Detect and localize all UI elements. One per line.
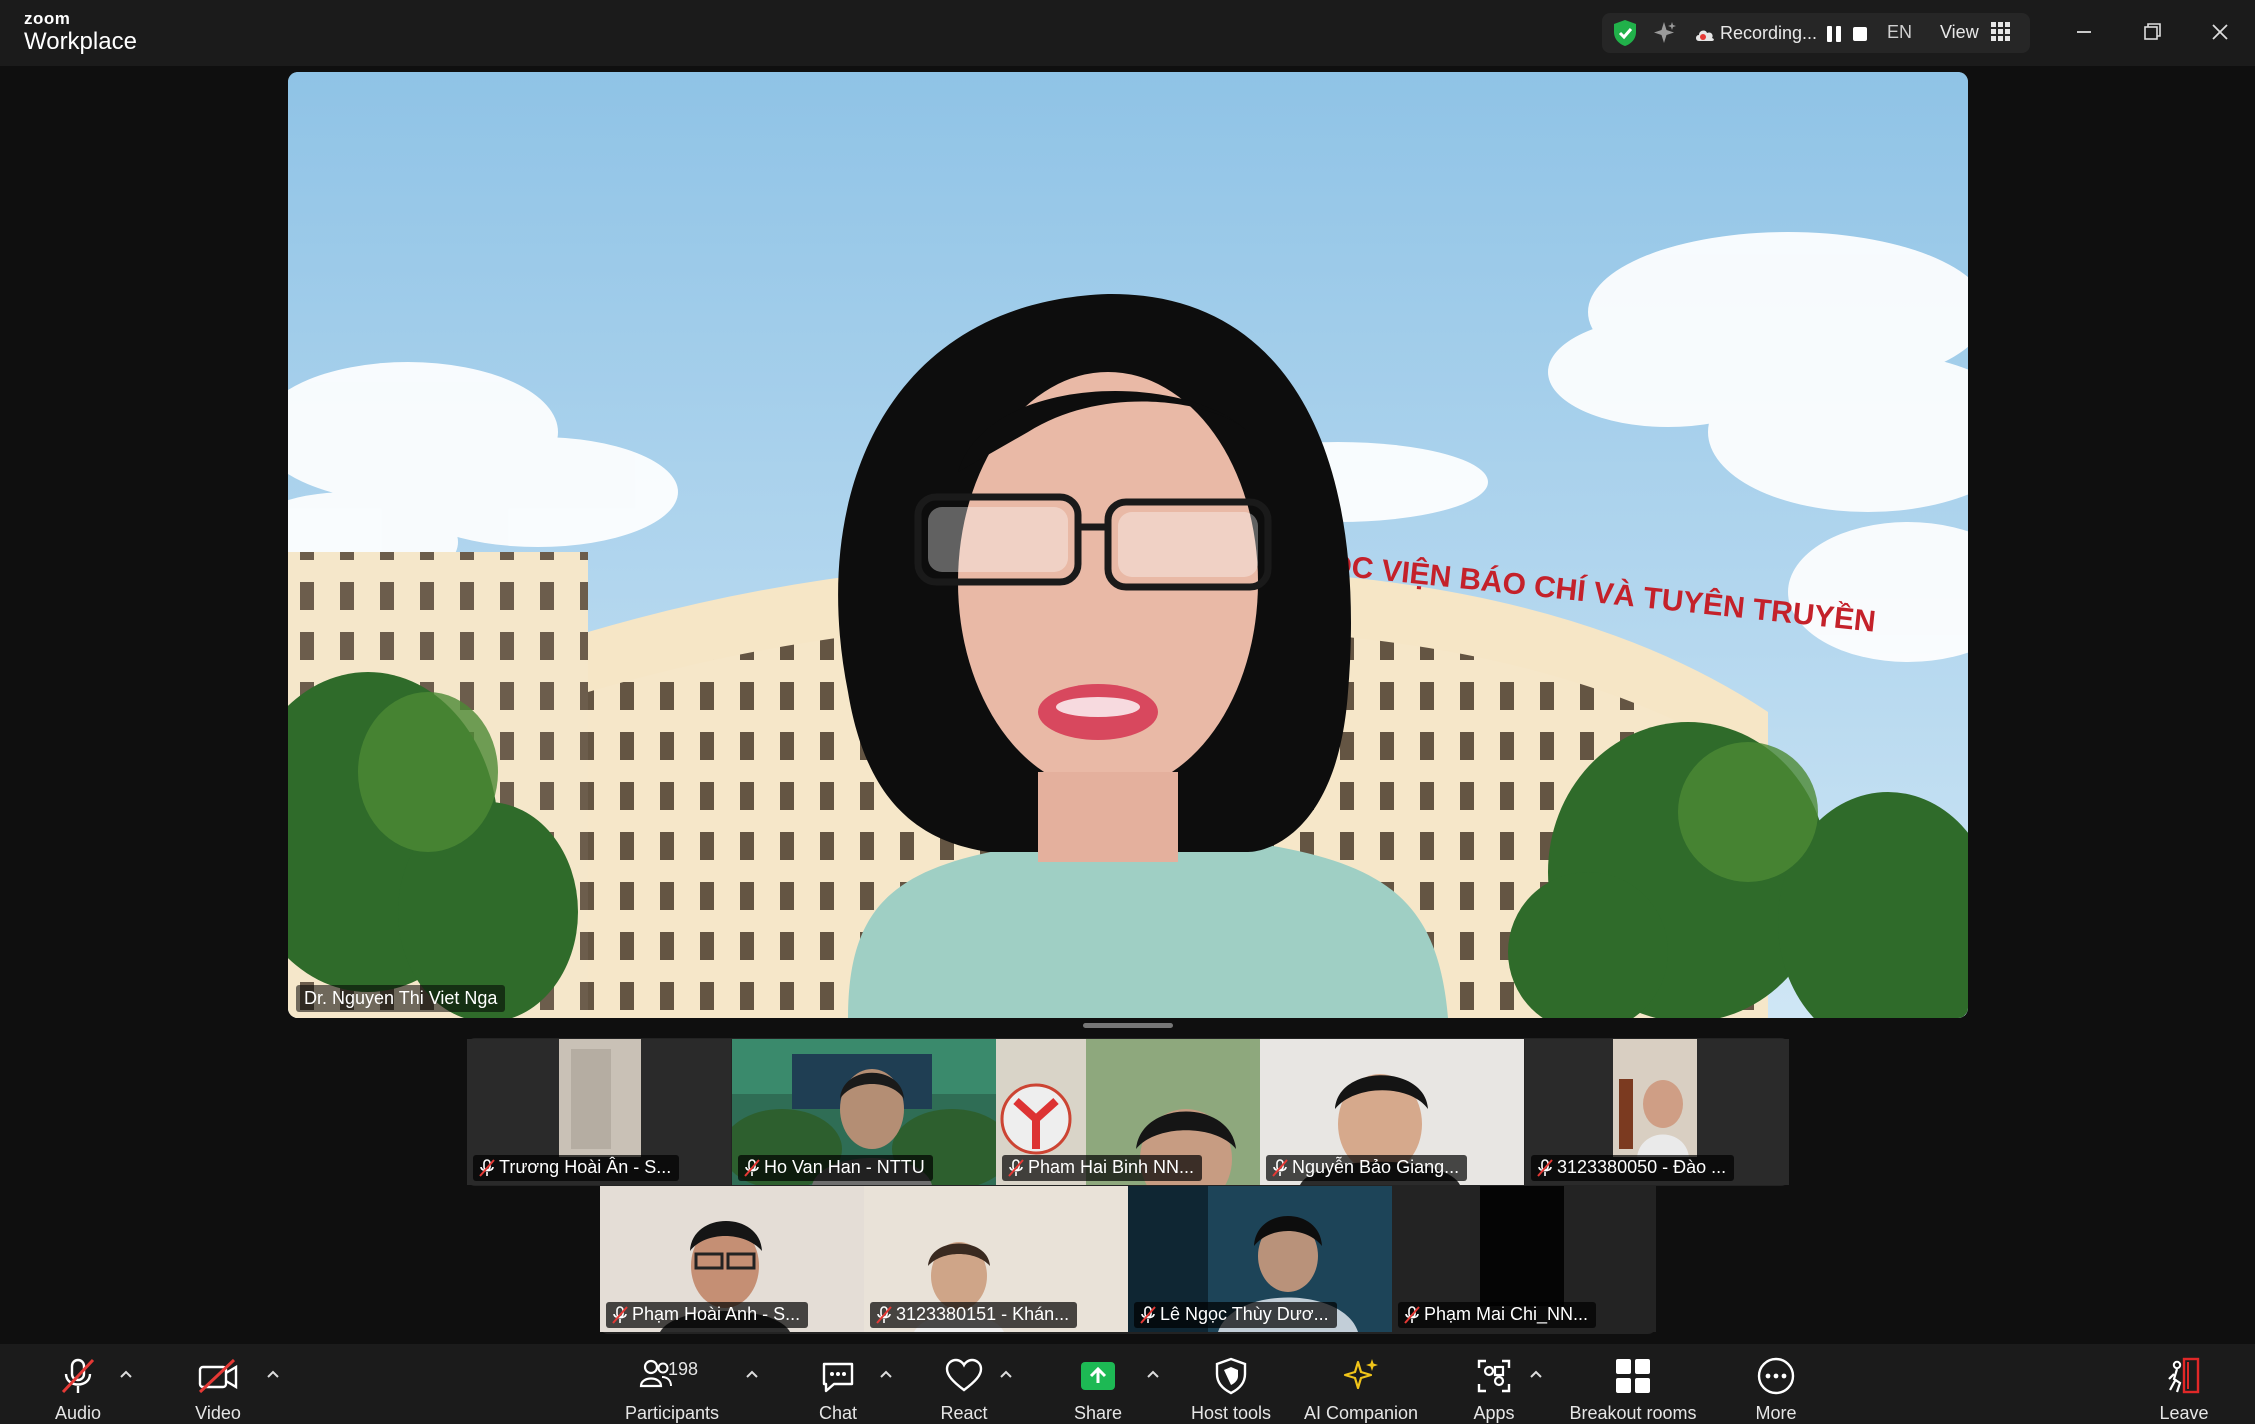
participant-tile[interactable]: 3123380151 - Khán... (864, 1186, 1128, 1332)
ai-companion-label: AI Companion (1303, 1403, 1419, 1423)
participants-button[interactable]: 198 Participants (612, 1344, 732, 1424)
chat-options-chevron-up-icon[interactable] (878, 1368, 894, 1380)
breakout-rooms-button[interactable]: Breakout rooms (1558, 1344, 1708, 1424)
video-off-icon (198, 1358, 238, 1394)
muted-mic-icon (612, 1306, 628, 1324)
muted-microphone-icon (61, 1358, 95, 1394)
participant-name: Trương Hoài Ân - S... (473, 1155, 680, 1181)
audio-button[interactable]: Audio (30, 1344, 126, 1424)
speaker-name-label: Dr. Nguyen Thi Viet Nga (296, 985, 506, 1012)
host-tools-label: Host tools (1190, 1403, 1272, 1423)
brand-large: Workplace (24, 28, 137, 55)
host-tools-shield-icon (1215, 1357, 1247, 1395)
apps-icon (1477, 1359, 1511, 1393)
host-tools-button[interactable]: Host tools (1180, 1344, 1282, 1424)
participant-name: 3123380050 - Đào ... (1531, 1155, 1735, 1181)
muted-mic-icon (1537, 1159, 1553, 1177)
participant-tile[interactable]: 3123380050 - Đào ... (1525, 1039, 1789, 1185)
heart-icon (945, 1358, 983, 1392)
meeting-controls-toolbar: Audio Video 198 Participants Chat React … (0, 1344, 2255, 1424)
audio-label: Audio (54, 1403, 102, 1423)
ai-companion-sparkle-icon (1343, 1359, 1378, 1390)
share-screen-icon (1081, 1362, 1115, 1390)
apps-button[interactable]: Apps (1446, 1344, 1542, 1424)
participant-tile[interactable]: Phạm Mai Chi_NN... (1392, 1186, 1656, 1332)
gallery-resize-handle[interactable] (1083, 1023, 1173, 1028)
chat-icon (822, 1362, 854, 1393)
meeting-status-bar: Recording... EN View (1602, 13, 2030, 53)
participant-name: Phạm Hoài Anh - S... (606, 1302, 809, 1328)
active-speaker-video[interactable]: HỌC VIỆN BÁO CHÍ VÀ TUYÊN TRUYỀN Dr. Ngu… (288, 72, 1968, 1018)
ai-sparkle-icon[interactable] (1652, 20, 1678, 46)
leave-meeting-button[interactable]: Leave (2136, 1344, 2232, 1424)
react-label: React (940, 1403, 988, 1423)
participant-tile[interactable]: Ho Van Han - NTTU (732, 1039, 996, 1185)
muted-mic-icon (1008, 1159, 1024, 1177)
participant-gallery-row-1: Trương Hoài Ân - S... Ho Van Han - NTTU (467, 1038, 1789, 1186)
gallery-grid-icon[interactable] (1990, 21, 2012, 43)
stop-recording-icon[interactable] (1852, 26, 1868, 42)
participant-name: 3123380151 - Khán... (870, 1302, 1078, 1328)
react-options-chevron-up-icon[interactable] (998, 1368, 1014, 1380)
participant-name: Lê Ngọc Thùy Dươ... (1134, 1302, 1337, 1328)
muted-mic-icon (876, 1306, 892, 1324)
virtual-background-image: HỌC VIỆN BÁO CHÍ VÀ TUYÊN TRUYỀN (288, 72, 1968, 1018)
share-options-chevron-up-icon[interactable] (1145, 1368, 1161, 1380)
zoom-logo: zoom Workplace (24, 10, 137, 54)
chat-label: Chat (818, 1403, 858, 1423)
brand-small: zoom (24, 9, 71, 28)
breakout-rooms-label: Breakout rooms (1569, 1403, 1697, 1423)
view-button[interactable]: View (1940, 22, 1979, 43)
share-screen-button[interactable]: Share (1050, 1344, 1146, 1424)
encryption-shield-icon[interactable] (1612, 19, 1638, 47)
breakout-rooms-icon (1616, 1359, 1650, 1393)
participants-options-chevron-up-icon[interactable] (744, 1368, 760, 1380)
participant-tile[interactable]: Trương Hoài Ân - S... (467, 1039, 731, 1185)
muted-mic-icon (1404, 1306, 1420, 1324)
pause-recording-icon[interactable] (1826, 25, 1842, 43)
restore-window-icon[interactable] (2134, 14, 2170, 50)
recording-status: Recording... (1720, 23, 1818, 43)
participant-name: Ho Van Han - NTTU (738, 1155, 933, 1181)
participant-tile[interactable]: Pham Hai Binh NN... (996, 1039, 1260, 1185)
react-button[interactable]: React (916, 1344, 1012, 1424)
more-button[interactable]: More (1728, 1344, 1824, 1424)
more-label: More (1755, 1403, 1797, 1423)
participant-tile[interactable]: Nguyễn Bảo Giang... (1260, 1039, 1524, 1185)
title-bar: zoom Workplace Recording... EN View (0, 0, 2255, 66)
leave-door-icon (2168, 1357, 2200, 1394)
participants-count: 198 (668, 1359, 699, 1379)
language-indicator[interactable]: EN (1887, 22, 1912, 43)
ai-companion-button[interactable]: AI Companion (1296, 1344, 1426, 1424)
more-ellipsis-icon (1757, 1357, 1795, 1395)
participant-name: Phạm Mai Chi_NN... (1398, 1302, 1597, 1328)
apps-options-chevron-up-icon[interactable] (1528, 1368, 1544, 1380)
participant-tile[interactable]: Lê Ngọc Thùy Dươ... (1128, 1186, 1392, 1332)
minimize-icon[interactable] (2066, 14, 2102, 50)
muted-mic-icon (479, 1159, 495, 1177)
participants-label: Participants (624, 1403, 720, 1423)
leave-label: Leave (2159, 1403, 2209, 1423)
participant-name: Nguyễn Bảo Giang... (1266, 1155, 1468, 1181)
cloud-recording-icon (1696, 30, 1714, 41)
video-button[interactable]: Video (170, 1344, 266, 1424)
muted-mic-icon (1140, 1306, 1156, 1324)
apps-label: Apps (1473, 1403, 1515, 1423)
share-label: Share (1073, 1403, 1123, 1423)
audio-options-chevron-up-icon[interactable] (118, 1368, 134, 1380)
muted-mic-icon (1272, 1159, 1288, 1177)
chat-button[interactable]: Chat (790, 1344, 886, 1424)
video-label: Video (195, 1403, 241, 1423)
close-icon[interactable] (2202, 14, 2238, 50)
participant-tile[interactable]: Phạm Hoài Anh - S... (600, 1186, 864, 1332)
muted-mic-icon (744, 1159, 760, 1177)
video-options-chevron-up-icon[interactable] (265, 1368, 281, 1380)
participant-gallery-row-2: Phạm Hoài Anh - S... 3123380151 - Khán..… (600, 1186, 1656, 1334)
participant-name: Pham Hai Binh NN... (1002, 1155, 1203, 1181)
